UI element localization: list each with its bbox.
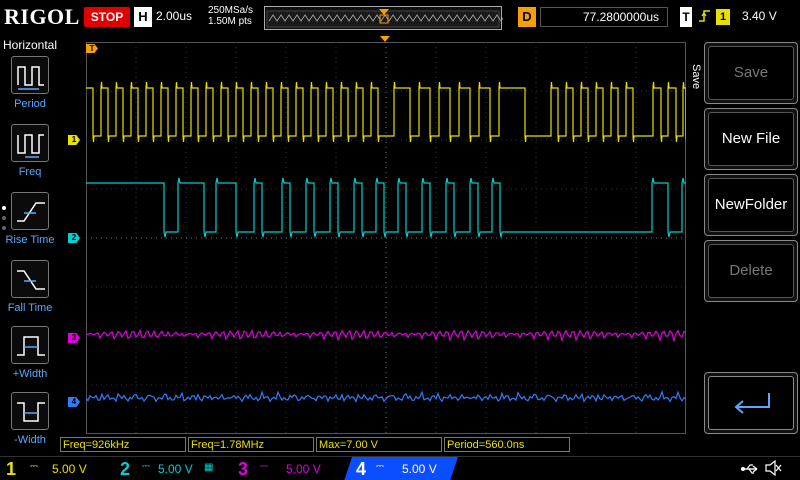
menu-title: Save [690, 64, 702, 90]
top-status-bar: RIGOL STOP H 2.00us 250MSa/s 1.50M pts D… [0, 0, 800, 36]
ch4-trace [86, 389, 686, 404]
save-menu: Save Save New File NewFolder Delete [688, 36, 800, 436]
measure-period[interactable]: Period [0, 56, 60, 120]
usb-icon [740, 462, 760, 479]
graticule [86, 42, 686, 434]
dc-coupling-icon: ⎓ [142, 461, 150, 472]
channel-status-bar: 1 ⎓ 5.00 V 2 ⎓ 5.00 V ▦ 3 ⎓ 5.00 V 4 ⎓ 5… [0, 456, 800, 480]
pos-width-icon [11, 326, 49, 364]
ch2-number: 2 [120, 459, 131, 479]
waveform-display[interactable] [86, 42, 686, 434]
period-icon [11, 56, 49, 94]
ch1-scale: 5.00 V [52, 462, 87, 476]
delay-key-badge: D [518, 7, 536, 27]
measurement-max[interactable]: Max=7.00 V [316, 437, 442, 452]
memory-depth: 1.50M pts [208, 16, 252, 27]
bandwidth-limit-icon: ▦ [204, 462, 214, 473]
save-button[interactable]: Save [704, 42, 798, 104]
trigger-level-value[interactable]: 3.40 V [742, 9, 777, 23]
rising-edge-icon [698, 8, 712, 27]
period-label: Period [14, 98, 46, 110]
trigger-source-badge[interactable]: 1 [716, 9, 730, 25]
panel-title: Horizontal [2, 38, 58, 52]
ch3-status[interactable]: 3 ⎓ 5.00 V [230, 457, 344, 480]
delay-value[interactable]: 77.2800000us [540, 7, 668, 27]
ch4-scale: 5.00 V [402, 462, 437, 476]
new-file-button[interactable]: New File [704, 108, 798, 170]
measurement-freq-1[interactable]: Freq=926kHz [60, 437, 186, 452]
ch1-number: 1 [6, 459, 17, 479]
freq-icon [11, 124, 49, 162]
timebase-value[interactable]: 2.00us [156, 9, 192, 23]
measure-pos-width[interactable]: +Width [0, 326, 60, 390]
trigger-key-badge: T [680, 7, 692, 27]
fall-time-label: Fall Time [7, 302, 53, 314]
run-stop-indicator[interactable]: STOP [84, 7, 130, 27]
new-folder-button[interactable]: NewFolder [704, 174, 798, 236]
measure-neg-width[interactable]: -Width [0, 392, 60, 456]
brand-logo: RIGOL [4, 4, 80, 29]
new-file-button-label: New File [708, 112, 794, 166]
acquisition-info: 250MSa/s 1.50M pts [208, 5, 253, 27]
neg-width-icon [11, 392, 49, 430]
measurement-period[interactable]: Period=560.0ns [444, 437, 570, 452]
enter-icon [708, 376, 794, 430]
fall-time-icon [11, 260, 49, 298]
ch1-offset-marker[interactable]: 1 [68, 135, 80, 145]
memory-position-bar[interactable] [264, 6, 503, 30]
ch3-number: 3 [238, 459, 249, 479]
measurement-freq-2[interactable]: Freq=1.78MHz [188, 437, 314, 452]
measure-fall-time[interactable]: Fall Time [0, 260, 60, 324]
ch4-number: 4 [356, 459, 367, 479]
ch3-offset-marker[interactable]: 3 [68, 333, 80, 343]
neg-width-label: -Width [14, 434, 46, 446]
dc-coupling-icon: ⎓ [260, 461, 268, 472]
measure-freq[interactable]: Freq [0, 124, 60, 188]
dc-coupling-icon: ⎓ [376, 461, 384, 472]
ch4-status[interactable]: 4 ⎓ 5.00 V [344, 457, 458, 480]
enter-button[interactable] [704, 372, 798, 434]
ch2-offset-marker[interactable]: 2 [68, 233, 80, 243]
sample-rate: 250MSa/s [208, 5, 254, 16]
horizontal-key-badge: H [134, 7, 152, 27]
speaker-mute-icon[interactable] [764, 459, 782, 480]
ch2-scale: 5.00 V [158, 462, 193, 476]
rise-time-icon [11, 192, 49, 230]
memory-waveform-preview [266, 9, 503, 28]
rise-time-label: Rise Time [5, 234, 55, 246]
dc-coupling-icon: ⎓ [30, 461, 38, 472]
freq-label: Freq [18, 166, 42, 178]
new-folder-button-label: NewFolder [708, 178, 794, 232]
pos-width-label: +Width [12, 368, 48, 380]
delete-button[interactable]: Delete [704, 240, 798, 302]
ch1-status[interactable]: 1 ⎓ 5.00 V [0, 457, 112, 480]
ch4-offset-marker[interactable]: 4 [68, 397, 80, 407]
horizontal-measure-panel: Horizontal Period Freq Rise Time Fall Ti… [0, 36, 60, 454]
ch2-status[interactable]: 2 ⎓ 5.00 V ▦ [112, 457, 230, 480]
measure-rise-time[interactable]: Rise Time [0, 192, 60, 256]
save-button-label: Save [708, 46, 794, 100]
ch3-scale: 5.00 V [286, 462, 321, 476]
delete-button-label: Delete [708, 244, 794, 298]
